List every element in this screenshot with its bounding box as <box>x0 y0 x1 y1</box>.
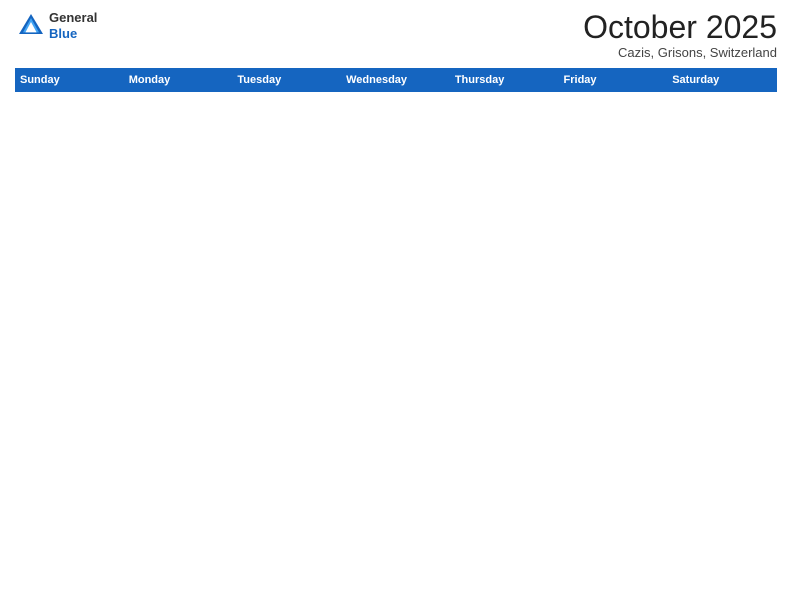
col-monday: Monday <box>124 69 233 92</box>
header-right: October 2025 Cazis, Grisons, Switzerland <box>583 10 777 60</box>
location: Cazis, Grisons, Switzerland <box>583 45 777 60</box>
logo-general-text: General <box>49 10 97 26</box>
page: General Blue October 2025 Cazis, Grisons… <box>0 0 792 612</box>
calendar-table: Sunday Monday Tuesday Wednesday Thursday… <box>15 68 777 602</box>
logo-text: General Blue <box>49 10 97 41</box>
col-saturday: Saturday <box>668 69 777 92</box>
header: General Blue October 2025 Cazis, Grisons… <box>15 10 777 60</box>
col-friday: Friday <box>559 69 668 92</box>
col-thursday: Thursday <box>450 69 559 92</box>
logo-blue-text: Blue <box>49 26 97 42</box>
calendar-header-row: Sunday Monday Tuesday Wednesday Thursday… <box>16 69 777 92</box>
month-title: October 2025 <box>583 10 777 45</box>
logo-icon <box>15 10 47 42</box>
col-wednesday: Wednesday <box>342 69 451 92</box>
logo: General Blue <box>15 10 97 42</box>
col-sunday: Sunday <box>16 69 125 92</box>
col-tuesday: Tuesday <box>233 69 342 92</box>
